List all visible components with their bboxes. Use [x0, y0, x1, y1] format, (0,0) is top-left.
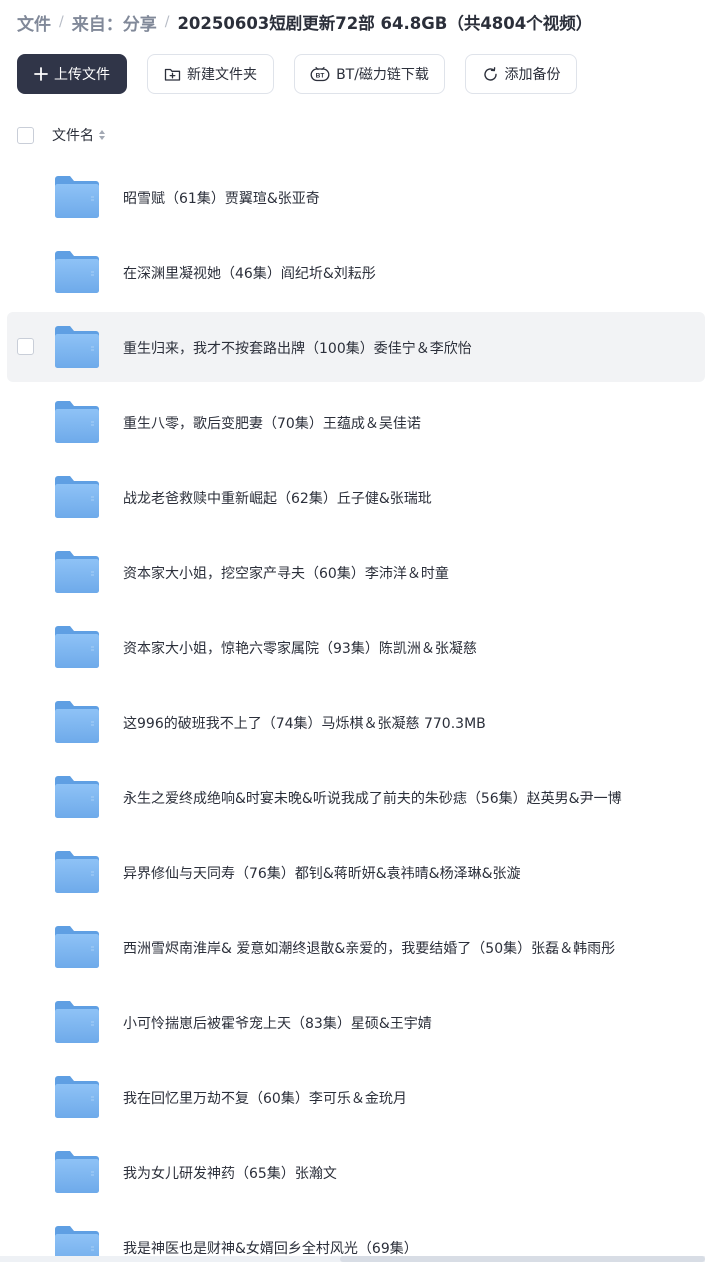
file-row[interactable]: 永生之爱终成绝响&时宴未晚&听说我成了前夫的朱砂痣（56集）赵英男&尹一博: [7, 762, 705, 832]
breadcrumb-current-folder: 20250603短剧更新72部 64.8GB（共4804个视频）: [177, 14, 593, 33]
new-folder-label: 新建文件夹: [187, 67, 257, 83]
file-name[interactable]: 在深渊里凝视她（46集）阎纪圻&刘耘彤: [123, 263, 376, 283]
breadcrumb-root[interactable]: 文件: [17, 10, 51, 35]
folder-icon: [54, 625, 100, 669]
folder-plus-icon: [164, 67, 181, 82]
file-name[interactable]: 资本家大小姐，挖空家产寻夫（60集）李沛洋＆时童: [123, 563, 449, 583]
folder-icon: [54, 850, 100, 894]
folder-icon: [54, 1150, 100, 1194]
folder-icon: [54, 400, 100, 444]
breadcrumb: 文件 / 来自：分享 / 20250603短剧更新72部 64.8GB（共480…: [17, 10, 593, 35]
file-row[interactable]: 战龙老爸救赎中重新崛起（62集）丘子健&张瑞玭: [7, 462, 705, 532]
file-row[interactable]: 重生归来，我才不按套路出牌（100集）委佳宁＆李欣怡: [7, 312, 705, 382]
file-row[interactable]: 重生八零，歌后变肥妻（70集）王蕴成＆吴佳诺: [7, 387, 705, 457]
file-name[interactable]: 这996的破班我不上了（74集）马烁棋＆张凝慈 770.3MB: [123, 713, 486, 733]
folder-icon: [54, 775, 100, 819]
plus-icon: [34, 67, 48, 81]
upload-file-button[interactable]: 上传文件: [17, 54, 127, 94]
breadcrumb-separator: /: [59, 14, 64, 30]
file-name[interactable]: 重生八零，歌后变肥妻（70集）王蕴成＆吴佳诺: [123, 413, 421, 433]
sort-icon[interactable]: [98, 129, 106, 141]
file-list-header: 文件名: [17, 124, 106, 146]
folder-icon: [54, 925, 100, 969]
file-name[interactable]: 战龙老爸救赎中重新崛起（62集）丘子健&张瑞玭: [123, 488, 432, 508]
upload-file-label: 上传文件: [54, 67, 110, 83]
scrollbar-thumb[interactable]: [340, 1256, 705, 1262]
folder-icon: [54, 700, 100, 744]
file-row[interactable]: 资本家大小姐，惊艳六零家属院（93集）陈凯洲＆张凝慈: [7, 612, 705, 682]
select-all-checkbox[interactable]: [17, 126, 34, 144]
file-row[interactable]: 在深渊里凝视她（46集）阎纪圻&刘耘彤: [7, 237, 705, 307]
folder-icon: [54, 175, 100, 219]
add-backup-button[interactable]: 添加备份: [465, 54, 577, 94]
new-folder-button[interactable]: 新建文件夹: [147, 54, 274, 94]
column-header-filename[interactable]: 文件名: [52, 125, 94, 145]
folder-icon: [54, 475, 100, 519]
file-name[interactable]: 永生之爱终成绝响&时宴未晚&听说我成了前夫的朱砂痣（56集）赵英男&尹一博: [123, 788, 622, 808]
bt-magnet-download-label: BT/磁力链下载: [336, 67, 429, 83]
horizontal-scrollbar[interactable]: [0, 1256, 705, 1262]
folder-icon: [54, 550, 100, 594]
file-manager-page: 文件 / 来自：分享 / 20250603短剧更新72部 64.8GB（共480…: [0, 0, 705, 1262]
file-row[interactable]: 资本家大小姐，挖空家产寻夫（60集）李沛洋＆时童: [7, 537, 705, 607]
toolbar: 上传文件 新建文件夹 BT BT/磁力链下载 添加备份: [17, 54, 597, 94]
file-row[interactable]: 这996的破班我不上了（74集）马烁棋＆张凝慈 770.3MB: [7, 687, 705, 757]
breadcrumb-share-source[interactable]: 来自：分享: [72, 10, 157, 35]
bt-magnet-download-button[interactable]: BT BT/磁力链下载: [294, 54, 445, 94]
file-row[interactable]: 我为女儿研发神药（65集）张瀚文: [7, 1137, 705, 1207]
file-name[interactable]: 小可怜揣崽后被霍爷宠上天（83集）星硕&王宇婧: [123, 1013, 432, 1033]
file-name[interactable]: 我是神医也是财神&女婿回乡全村风光（69集）: [123, 1238, 418, 1258]
file-name[interactable]: 资本家大小姐，惊艳六零家属院（93集）陈凯洲＆张凝慈: [123, 638, 477, 658]
file-name[interactable]: 昭雪赋（61集）贾翼瑄&张亚奇: [123, 188, 320, 208]
breadcrumb-separator: /: [164, 14, 170, 30]
folder-icon: [54, 1000, 100, 1044]
file-row[interactable]: 小可怜揣崽后被霍爷宠上天（83集）星硕&王宇婧: [7, 987, 705, 1057]
add-backup-label: 添加备份: [504, 67, 561, 83]
file-row[interactable]: 西洲雪烬南淮岸& 爱意如潮终退散&亲爱的，我要结婚了（50集）张磊＆韩雨彤: [7, 912, 705, 982]
row-checkbox[interactable]: [17, 338, 34, 355]
file-row[interactable]: 昭雪赋（61集）贾翼瑄&张亚奇: [7, 162, 705, 232]
file-row[interactable]: 异界修仙与天同寿（76集）都钊&蒋昕妍&袁祎晴&杨泽琳&张漩: [7, 837, 705, 907]
file-name[interactable]: 我为女儿研发神药（65集）张瀚文: [123, 1163, 337, 1183]
folder-icon: [54, 325, 100, 369]
folder-icon: [54, 250, 100, 294]
file-name[interactable]: 异界修仙与天同寿（76集）都钊&蒋昕妍&袁祎晴&杨泽琳&张漩: [123, 863, 520, 883]
file-name[interactable]: 重生归来，我才不按套路出牌（100集）委佳宁＆李欣怡: [123, 338, 472, 358]
svg-text:BT: BT: [316, 73, 325, 80]
bt-icon: BT: [310, 66, 330, 82]
folder-icon: [54, 1075, 100, 1119]
sync-icon: [482, 66, 499, 83]
file-name[interactable]: 西洲雪烬南淮岸& 爱意如潮终退散&亲爱的，我要结婚了（50集）张磊＆韩雨彤: [123, 938, 615, 958]
file-row[interactable]: 我在回忆里万劫不复（60集）李可乐＆金玧月: [7, 1062, 705, 1132]
file-name[interactable]: 我在回忆里万劫不复（60集）李可乐＆金玧月: [123, 1088, 407, 1108]
file-row[interactable]: 我是神医也是财神&女婿回乡全村风光（69集）: [7, 1212, 705, 1262]
